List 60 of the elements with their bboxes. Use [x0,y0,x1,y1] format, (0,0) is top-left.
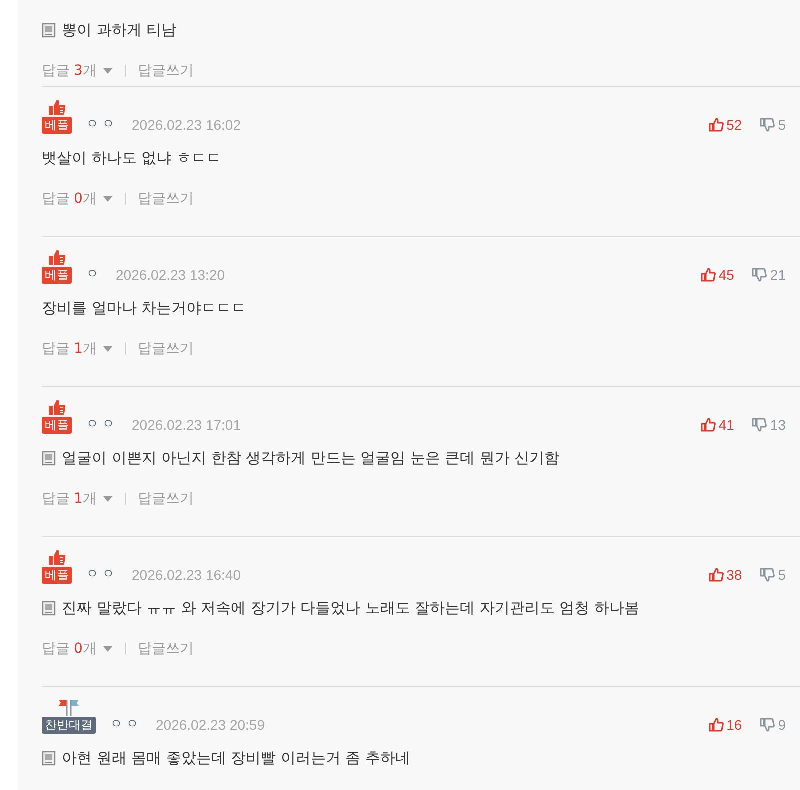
caret-icon [102,68,113,74]
comment-text: 얼굴이 이쁜지 아닌지 한참 생각하게 만드는 얼굴임 눈은 큰데 뭔가 신기함 [62,448,560,468]
downvote-button[interactable]: 13 [752,417,786,433]
replies-toggle[interactable]: 답글 1개 [42,340,113,358]
thumbs-up-icon [700,268,716,282]
comment-text: 아현 원래 몸매 좋았는데 장비빨 이러는거 좀 추하네 [62,748,410,768]
thumbs-up-icon [48,99,66,116]
comment-text: 장비를 얼마나 차는거야ㄷㄷㄷ [42,298,247,318]
thumbs-up-icon [708,568,724,582]
caret-icon [102,496,113,502]
upvote-button[interactable]: 45 [700,267,734,283]
upvote-button[interactable]: 41 [700,417,734,433]
thumbs-up-icon [48,549,66,566]
caret-icon [102,646,113,652]
write-reply-link[interactable]: 답글쓰기 [138,490,194,508]
thumbs-down-icon [760,118,776,132]
nickname[interactable]: ㅇㅇ [110,715,142,734]
nickname[interactable]: ㅇㅇ [86,115,118,134]
downvote-button[interactable]: 21 [752,267,786,283]
nickname[interactable]: ㅇㅇ [86,565,118,584]
thumbs-up-icon [700,418,716,432]
upvote-button[interactable]: 38 [708,567,742,583]
replies-toggle[interactable]: 답글 0개 [42,190,113,208]
best-badge: 베플 [42,117,72,134]
versus-badge: 찬반대결 [42,717,96,734]
comment-date: 2026.02.23 13:20 [116,267,225,284]
best-badge: 베플 [42,267,72,284]
thumbs-up-icon [48,399,66,416]
thumbs-down-icon [760,718,776,732]
nickname[interactable]: ㅇ [86,265,102,284]
thumbs-up-icon [708,118,724,132]
downvote-button[interactable]: 5 [760,117,786,133]
write-reply-link[interactable]: 답글쓰기 [138,190,194,208]
thumbs-up-icon [708,718,724,732]
comment-text: 뽕이 과하게 티남 [62,20,177,40]
write-reply-link[interactable]: 답글쓰기 [138,640,194,658]
downvote-button[interactable]: 9 [760,717,786,733]
comment-date: 2026.02.23 16:40 [132,567,241,584]
replies-toggle[interactable]: 답글 0개 [42,640,113,658]
upvote-button[interactable]: 52 [708,117,742,133]
thumbs-down-icon [752,268,768,282]
thumbs-down-icon [752,418,768,432]
best-badge: 베플 [42,567,72,584]
upvote-button[interactable]: 16 [708,717,742,733]
comment-date: 2026.02.23 17:01 [132,417,241,434]
comment-date: 2026.02.23 16:02 [132,117,241,134]
best-badge: 베플 [42,417,72,434]
downvote-button[interactable]: 5 [760,567,786,583]
comment-text: 뱃살이 하나도 없냐 ㅎㄷㄷ [42,148,222,168]
comment-text: 진짜 말랐다 ㅠㅠ 와 저속에 장기가 다들었나 노래도 잘하는데 자기관리도 엄청 하나봄 [62,598,640,618]
thumbs-up-icon [48,249,66,266]
caret-icon [102,196,113,202]
comment-date: 2026.02.23 20:59 [156,717,265,734]
caret-icon [102,346,113,352]
write-reply-link[interactable]: 답글쓰기 [138,340,194,358]
replies-toggle[interactable]: 답글 3개 [42,62,113,80]
nickname[interactable]: ㅇㅇ [86,415,118,434]
replies-toggle[interactable]: 답글 1개 [42,490,113,508]
thumbs-down-icon [760,568,776,582]
write-reply-link[interactable]: 답글쓰기 [138,62,194,80]
